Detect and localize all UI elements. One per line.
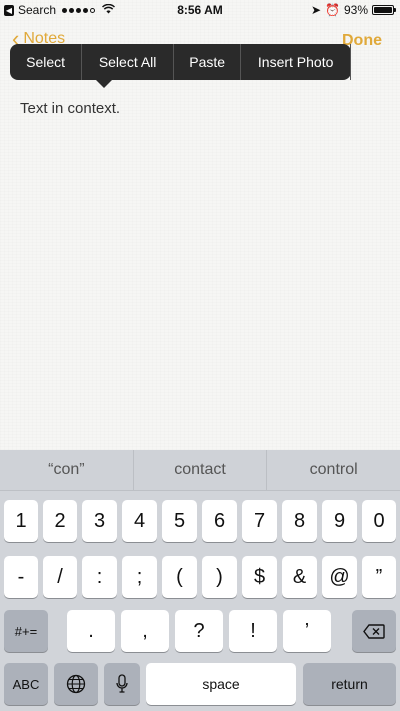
- key-6[interactable]: 6: [202, 500, 237, 542]
- key-close-paren[interactable]: ): [202, 556, 237, 598]
- key-at[interactable]: @: [322, 556, 357, 598]
- key-abc[interactable]: ABC: [4, 663, 48, 705]
- key-5[interactable]: 5: [162, 500, 197, 542]
- key-more-symbols[interactable]: #+=: [4, 610, 48, 652]
- backspace-icon: [363, 623, 385, 639]
- key-open-paren[interactable]: (: [162, 556, 197, 598]
- battery-icon: [372, 5, 396, 15]
- return-key[interactable]: return: [303, 663, 396, 705]
- key-ampersand[interactable]: &: [282, 556, 317, 598]
- key-2[interactable]: 2: [43, 500, 77, 542]
- key-row-1: 1 2 3 4 5 6 7 8 9 0: [0, 500, 400, 543]
- menu-paste[interactable]: Paste: [174, 44, 242, 80]
- menu-select[interactable]: Select: [10, 44, 83, 80]
- key-8[interactable]: 8: [282, 500, 317, 542]
- globe-key[interactable]: [54, 663, 98, 705]
- key-apostrophe[interactable]: ’: [283, 610, 331, 652]
- key-row-2: - / : ; ( ) $ & @ ”: [0, 556, 400, 599]
- key-dollar[interactable]: $: [242, 556, 277, 598]
- note-body[interactable]: Text in context.: [20, 100, 120, 117]
- delete-key[interactable]: [352, 610, 396, 652]
- key-0[interactable]: 0: [362, 500, 396, 542]
- globe-icon: [66, 674, 86, 694]
- prediction-1[interactable]: “con”: [0, 450, 134, 490]
- microphone-icon: [116, 674, 128, 693]
- prediction-2[interactable]: contact: [134, 450, 268, 490]
- key-comma[interactable]: ,: [121, 610, 169, 652]
- key-dash[interactable]: -: [4, 556, 38, 598]
- key-9[interactable]: 9: [322, 500, 357, 542]
- menu-select-all[interactable]: Select All: [82, 44, 175, 80]
- key-quote[interactable]: ”: [362, 556, 396, 598]
- menu-pointer: [96, 80, 112, 88]
- key-period[interactable]: .: [67, 610, 115, 652]
- key-7[interactable]: 7: [242, 500, 277, 542]
- dictation-key[interactable]: [104, 663, 140, 705]
- predictive-bar: “con” contact control: [0, 450, 400, 491]
- alarm-icon: ⏰: [325, 3, 340, 17]
- key-4[interactable]: 4: [122, 500, 157, 542]
- key-3[interactable]: 3: [82, 500, 117, 542]
- key-semicolon[interactable]: ;: [122, 556, 157, 598]
- location-arrow-icon: ➤: [310, 3, 322, 17]
- battery-percent: 93%: [343, 3, 368, 17]
- key-exclamation[interactable]: !: [229, 610, 277, 652]
- prediction-3[interactable]: control: [267, 450, 400, 490]
- key-row-3: #+= . , ? ! ’: [0, 610, 400, 653]
- status-bar: ◀ Search 8:56 AM ➤ ⏰ 93%: [0, 0, 400, 20]
- keyboard: “con” contact control 1 2 3 4 5 6 7 8 9 …: [0, 450, 400, 711]
- key-slash[interactable]: /: [43, 556, 77, 598]
- key-question[interactable]: ?: [175, 610, 223, 652]
- space-key[interactable]: space: [146, 663, 296, 705]
- key-colon[interactable]: :: [82, 556, 117, 598]
- menu-insert-photo[interactable]: Insert Photo: [241, 44, 351, 80]
- key-row-4: ABC space return: [0, 663, 400, 706]
- key-1[interactable]: 1: [4, 500, 38, 542]
- edit-menu: Select Select All Paste Insert Photo: [10, 44, 351, 88]
